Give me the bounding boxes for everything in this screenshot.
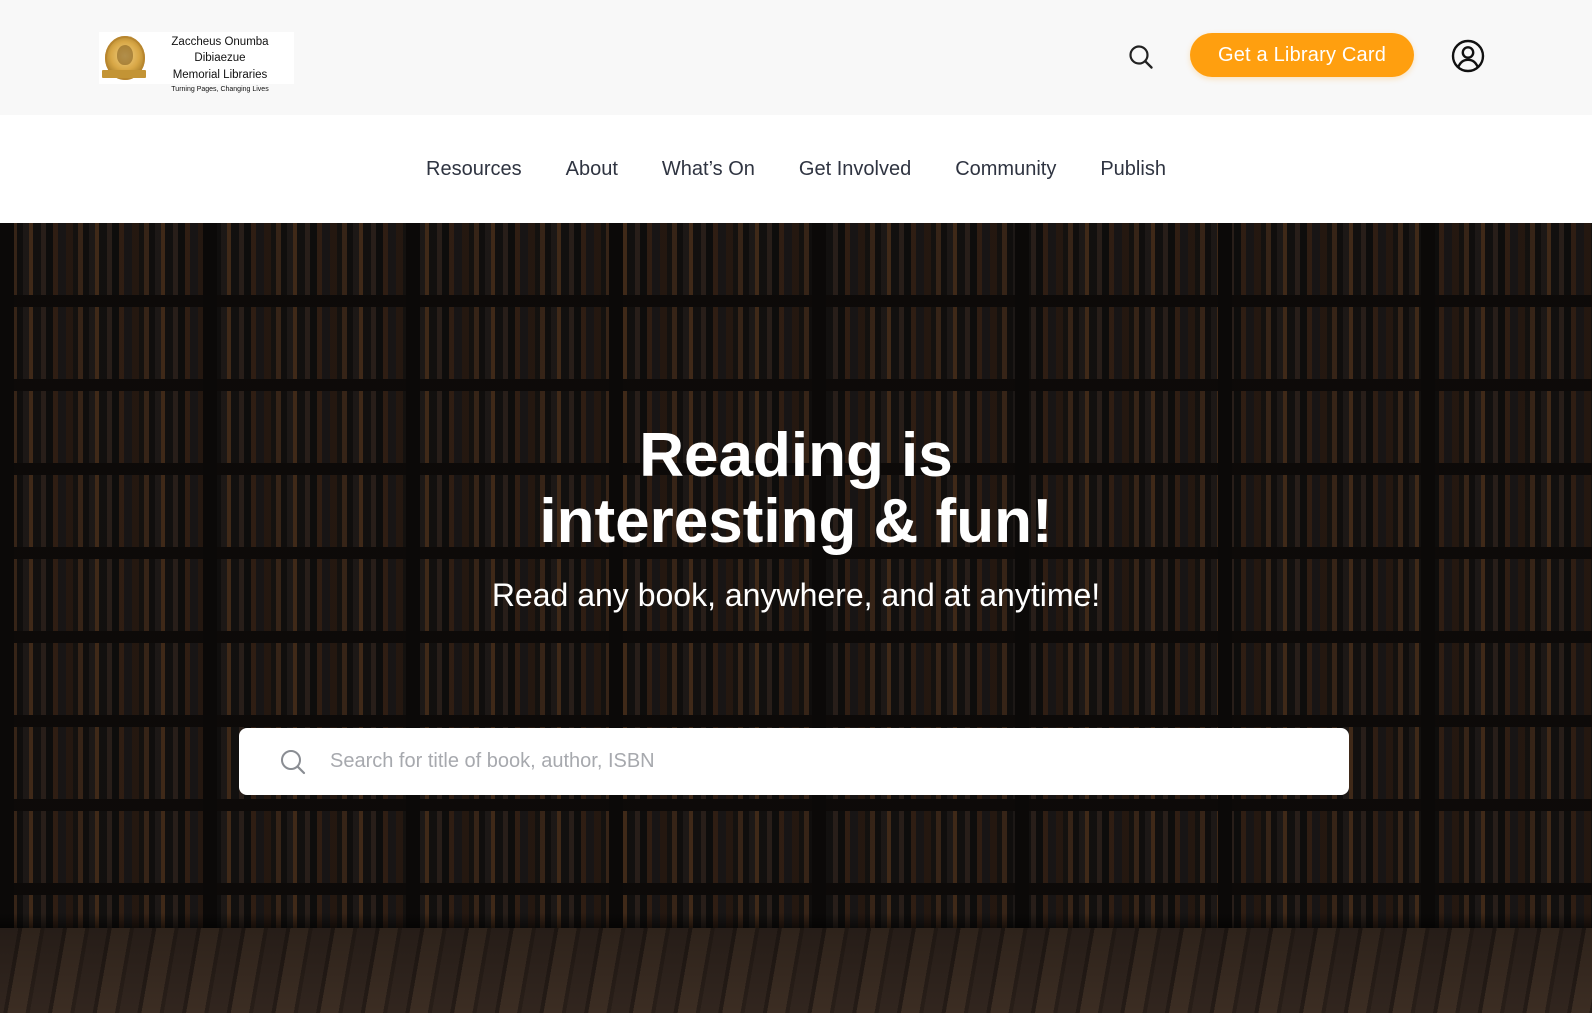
nav-list: Resources About What’s On Get Involved C… — [0, 115, 1592, 223]
seal-banner — [102, 70, 146, 78]
nav-item-get-involved[interactable]: Get Involved — [799, 158, 911, 181]
hero-subtitle: Read any book, anywhere, and at anytime! — [491, 577, 1101, 613]
top-header: Zaccheus Onumba Dibiaezue Memorial Libra… — [0, 0, 1592, 115]
wooden-floor — [0, 928, 1592, 1013]
hero-title: Reading is interesting & fun! — [0, 423, 1592, 555]
logo-name-line2: Memorial Libraries — [172, 69, 268, 81]
search-icon — [1129, 45, 1153, 69]
nav-item-publish[interactable]: Publish — [1100, 158, 1166, 181]
user-circle-icon — [1451, 39, 1485, 73]
catalog-search-input[interactable] — [330, 728, 1330, 795]
header-search-button[interactable] — [1126, 42, 1156, 72]
nav-item-whats-on[interactable]: What’s On — [662, 158, 755, 181]
catalog-search-bar — [239, 728, 1349, 795]
logo-text: Zaccheus Onumba Dibiaezue Memorial Libra… — [147, 34, 293, 96]
nav-item-resources[interactable]: Resources — [426, 158, 522, 181]
search-icon — [281, 750, 306, 775]
logo-name-line1: Zaccheus Onumba Dibiaezue — [171, 36, 269, 64]
hero-title-line2: interesting & fun! — [539, 487, 1053, 556]
logo-tagline: Turning Pages, Changing Lives — [171, 86, 269, 93]
account-button[interactable] — [1450, 38, 1486, 74]
hero-section: Reading is interesting & fun! Read any b… — [0, 223, 1592, 1013]
hero-title-line1: Reading is — [639, 421, 953, 490]
library-logo[interactable]: Zaccheus Onumba Dibiaezue Memorial Libra… — [99, 32, 294, 93]
nav-item-about[interactable]: About — [566, 158, 618, 181]
get-library-card-button[interactable]: Get a Library Card — [1190, 33, 1414, 77]
nav-item-community[interactable]: Community — [955, 158, 1056, 181]
main-nav: Resources About What’s On Get Involved C… — [0, 115, 1592, 223]
